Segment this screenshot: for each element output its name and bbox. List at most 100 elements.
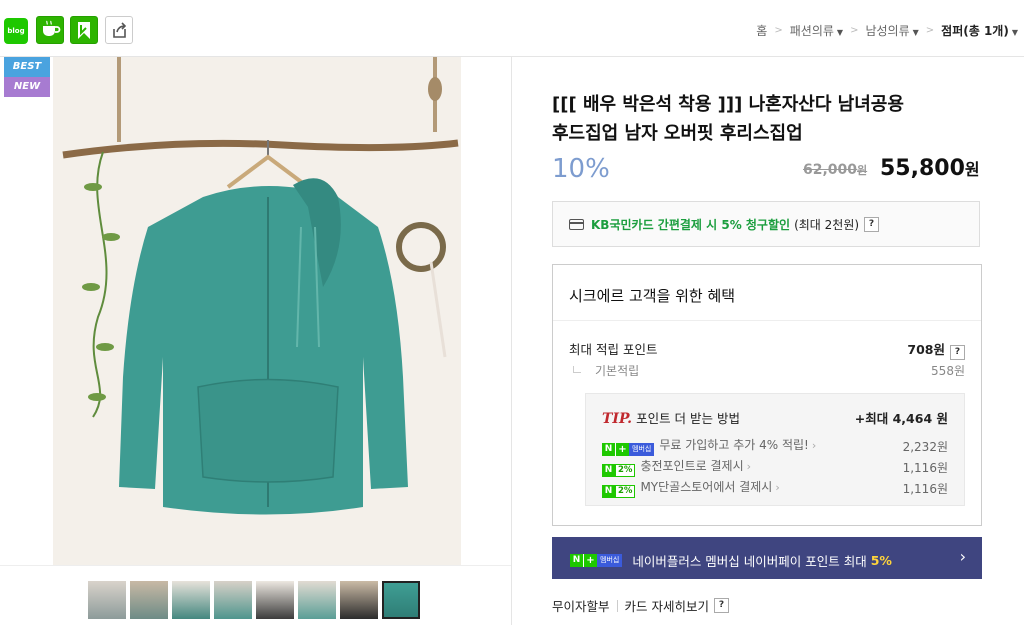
blog-icon-label: blog <box>7 27 25 35</box>
tip-word: TIP. <box>602 411 633 427</box>
base-points-value: 558원 <box>931 364 965 378</box>
breadcrumb-category-2[interactable]: 남성의류 ▼ <box>865 22 918 39</box>
interest-free-label: 무이자할부 <box>552 599 610 614</box>
naver-banner-highlight: 5% <box>870 553 892 568</box>
plus-icon: + <box>583 554 597 567</box>
chevron-right-icon: › <box>959 547 966 566</box>
thumbnail[interactable] <box>172 581 210 619</box>
share-icon <box>113 22 127 38</box>
sale-price-unit: 원 <box>964 160 980 179</box>
hoodie-photo-illustration <box>53 57 461 565</box>
breadcrumb-home[interactable]: 홈 <box>756 22 767 39</box>
cafe-share-icon[interactable] <box>36 16 64 44</box>
tip-row-label-group: N 2% MY단골스토어에서 결제시 › <box>602 478 780 498</box>
breadcrumb-separator: > <box>774 25 783 36</box>
card-details-link[interactable]: 카드 자세히보기 <box>625 596 709 615</box>
thumbnail-divider <box>0 565 511 566</box>
tip-row-label: 무료 가입하고 추가 4% 적립! <box>659 438 809 452</box>
breadcrumb-current[interactable]: 점퍼(총 1개) ▼ <box>941 22 1018 39</box>
breadcrumb-category-2-label: 남성의류 <box>865 24 910 38</box>
breadcrumb-separator: > <box>925 25 935 36</box>
naver-plus-membership-banner[interactable]: N + 멤버십 네이버플러스 멤버십 네이버페이 포인트 최대 5% › <box>552 537 982 579</box>
tip-row-label-group: N 2% 충전포인트로 결제시 › <box>602 457 751 477</box>
caret-down-icon: ▼ <box>836 28 844 37</box>
installment-help-button[interactable]: ? <box>714 598 729 613</box>
naver-plus-membership-badge: N + 멤버십 <box>602 443 655 456</box>
card-discount-text: KB국민카드 간편결제 시 5% 청구할인 (최대 2천원) ? <box>569 216 880 233</box>
tip-row-label: 충전포인트로 결제시 <box>640 459 744 473</box>
naver-banner-text: 네이버플러스 멤버십 네이버페이 포인트 최대 <box>632 554 867 569</box>
thumbnail[interactable] <box>340 581 378 619</box>
base-points-label-group: 기본적립 <box>569 362 639 379</box>
share-button[interactable] <box>105 16 133 44</box>
caret-down-icon: ▼ <box>1011 28 1018 37</box>
breadcrumb-current-label: 점퍼(총 1개) <box>941 24 1009 38</box>
membership-badge-label: 멤버십 <box>597 554 623 567</box>
plus-icon: + <box>615 443 629 456</box>
naver-pay-badge: N 2% <box>602 485 636 498</box>
naver-pay-badge: N 2% <box>602 464 636 477</box>
chevron-right-icon: › <box>746 460 752 473</box>
original-price: 62,000원 <box>803 162 867 178</box>
chevron-right-icon: › <box>811 439 817 452</box>
thumbnail[interactable] <box>88 581 126 619</box>
thumbnail[interactable] <box>130 581 168 619</box>
base-points-label: 기본적립 <box>595 364 640 378</box>
sale-price: 55,800원 <box>880 156 980 181</box>
chevron-right-icon: › <box>775 481 780 494</box>
tip-row-label-group: N + 멤버십 무료 가입하고 추가 4% 적립! › <box>602 436 816 456</box>
membership-badge-label: 멤버십 <box>629 443 655 456</box>
thumbnail-selected[interactable] <box>382 581 420 619</box>
max-points-label: 최대 적립 포인트 <box>569 342 658 357</box>
best-badge: BEST <box>4 57 50 77</box>
original-price-unit: 원 <box>857 164 868 177</box>
tip-row-charge-points[interactable]: N 2% 충전포인트로 결제시 › 1,116원 <box>602 457 948 477</box>
thumbnail[interactable] <box>298 581 336 619</box>
breadcrumb-category-1[interactable]: 패션의류 ▼ <box>790 22 843 39</box>
band-share-icon[interactable] <box>70 16 98 44</box>
naver-n-icon: N <box>602 443 615 456</box>
percent-badge: 2% <box>615 464 636 477</box>
cafe-icon <box>43 20 61 36</box>
max-points-help-button[interactable]: ? <box>950 345 965 360</box>
thumbnail[interactable] <box>214 581 252 619</box>
breadcrumb-category-1-label: 패션의류 <box>789 24 834 38</box>
breadcrumb: 홈 > 패션의류 ▼ > 남성의류 ▼ > 점퍼(총 1개) ▼ <box>756 22 1018 39</box>
product-title-line-1: [[[ 배우 박은석 착용 ]]] 나혼자산다 남녀공용 <box>552 94 904 115</box>
tip-row-membership[interactable]: N + 멤버십 무료 가입하고 추가 4% 적립! › 2,232원 <box>602 436 948 456</box>
thumbnail-strip <box>88 581 420 619</box>
benefit-title: 시크에르 고객을 위한 혜택 <box>569 287 736 305</box>
discount-rate: 10% <box>552 154 610 184</box>
product-title-line-2: 후드집업 남자 오버핏 후리스집업 <box>552 123 803 144</box>
naver-n-icon: N <box>602 485 615 498</box>
product-title: [[[ 배우 박은석 착용 ]]] 나혼자산다 남녀공용 후드집업 남자 오버핏… <box>552 90 972 148</box>
caret-down-icon: ▼ <box>912 28 919 37</box>
blog-share-icon[interactable]: blog <box>4 18 28 44</box>
card-discount-help-button[interactable]: ? <box>864 217 880 232</box>
max-points-value: 708원 <box>907 342 945 357</box>
benefit-divider <box>553 320 981 321</box>
sale-price-value: 55,800 <box>880 156 965 181</box>
main-product-photo[interactable] <box>53 57 461 565</box>
divider <box>616 599 618 612</box>
tree-branch-icon <box>573 366 581 373</box>
tip-row-value: 2,232원 <box>902 439 948 454</box>
tip-header: TIP. 포인트 더 받는 방법 +최대 4,464 원 <box>602 408 948 427</box>
tip-heading: TIP. 포인트 더 받는 방법 <box>602 408 740 427</box>
product-gallery: BEST NEW <box>0 57 512 625</box>
tip-total: +최대 4,464 원 <box>854 411 948 426</box>
card-discount-note: (최대 2천원) <box>794 218 860 232</box>
installment-info: 무이자할부 카드 자세히보기 ? <box>552 596 729 615</box>
percent-badge: 2% <box>615 485 636 498</box>
tip-row-value: 1,116원 <box>902 460 948 475</box>
tip-heading-text: 포인트 더 받는 방법 <box>636 411 740 426</box>
credit-card-icon <box>569 219 584 230</box>
tip-row-my-store[interactable]: N 2% MY단골스토어에서 결제시 › 1,116원 <box>602 478 948 498</box>
original-price-value: 62,000 <box>803 162 858 178</box>
customer-benefit-box: 시크에르 고객을 위한 혜택 최대 적립 포인트 708원? 기본적립 558원… <box>552 264 982 526</box>
tip-row-value: 1,116원 <box>902 481 948 496</box>
naver-plus-membership-badge: N + 멤버십 <box>570 554 623 567</box>
thumbnail[interactable] <box>256 581 294 619</box>
tip-row-label: MY단골스토어에서 결제시 <box>640 480 773 494</box>
bookmark-icon <box>78 22 90 39</box>
